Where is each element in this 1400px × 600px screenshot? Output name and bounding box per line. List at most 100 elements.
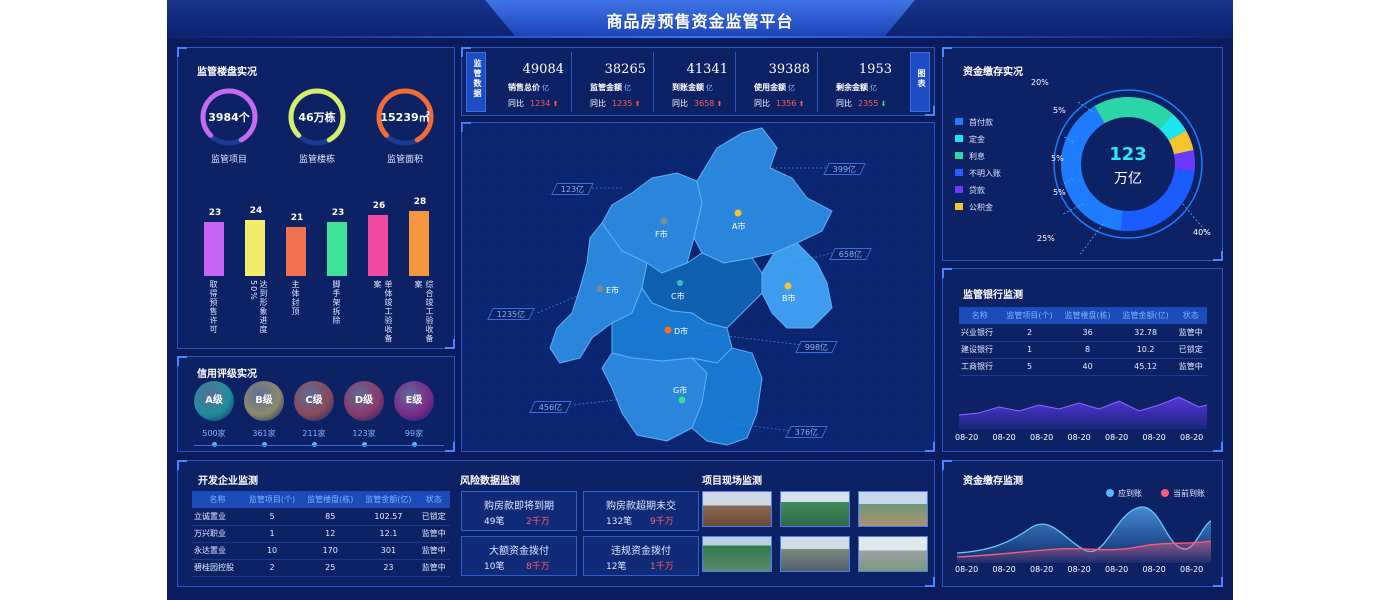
city-marker-c[interactable]	[677, 280, 683, 286]
legend-label: 不明入账	[969, 169, 1001, 178]
site-photo-5[interactable]	[780, 536, 850, 572]
map-panel: F市 A市 B市 E市 C市 D市 G市 123亿 399亿 658亿 1235…	[461, 122, 936, 453]
stat-yoy: 同比 1235 ⬆	[590, 98, 640, 109]
deposit-pct-40: 40%	[1193, 228, 1211, 237]
city-label-e: E市	[606, 286, 620, 295]
city-marker-a[interactable]	[734, 209, 742, 217]
developers-title: 开发企业监测	[198, 476, 258, 487]
map-tag-658: 658亿	[829, 248, 873, 260]
chart-view-label: 图表	[917, 69, 926, 89]
x-tick-label: 08-20	[1180, 565, 1204, 574]
bar[interactable]	[286, 227, 306, 276]
table-row[interactable]: 万兴职业 1 12 12.1 监管中	[192, 525, 450, 543]
city-label-a: A市	[732, 222, 746, 231]
credit-grade-badge[interactable]: A级	[194, 381, 234, 421]
monitor-side-label: 监管数据	[473, 59, 482, 99]
table-cell: 监管中	[1174, 358, 1207, 376]
risk-item-amount: 2千万	[526, 517, 550, 527]
x-tick-label: 08-20	[1030, 565, 1054, 574]
credit-grade-badge[interactable]: C级	[294, 381, 334, 421]
credit-grade-badge[interactable]: D级	[344, 381, 384, 421]
risk-item-overdue[interactable]: 购房款超期未交 132笔 9千万	[583, 491, 699, 531]
table-row[interactable]: 永达置业 10 170 301 监管中	[192, 542, 450, 560]
stat-card[interactable]: 49084 销售总价亿同比 1234 ⬆	[490, 52, 572, 112]
deposit-center-value: 123	[1109, 144, 1147, 165]
city-marker-e[interactable]	[596, 285, 604, 293]
site-photo-4[interactable]	[702, 536, 772, 572]
credit-grade-badge[interactable]: E级	[394, 381, 434, 421]
bar[interactable]	[204, 222, 224, 276]
risk-item-large-payment[interactable]: 大额资金拨付 10笔 8千万	[461, 536, 577, 576]
bar[interactable]	[327, 222, 347, 276]
arrow-up-icon: ⬆	[714, 100, 723, 108]
stat-card[interactable]: 38265 监管金额亿同比 1235 ⬆	[572, 52, 654, 112]
stat-label-text: 监管金额	[590, 83, 622, 92]
table-row[interactable]: 碧桂园控股 2 25 23 监管中	[192, 559, 450, 577]
bank-area-chart	[959, 396, 1207, 429]
stat-label: 销售总价亿	[508, 82, 549, 93]
gauge-buildings-label: 监管楼栋	[298, 155, 335, 165]
city-marker-g[interactable]	[678, 396, 686, 404]
site-photo-3[interactable]	[858, 491, 928, 527]
map-tag-376: 376亿	[785, 426, 829, 438]
deposit-pct-20: 20%	[1031, 78, 1049, 87]
table-cell: 12	[301, 525, 360, 543]
deposit-center-unit: 万亿	[1114, 171, 1142, 187]
table-cell: 工商银行	[959, 358, 1001, 376]
risk-item-due-soon[interactable]: 购房款即将到期 49笔 2千万	[461, 491, 577, 531]
stat-yoy-label: 同比	[508, 99, 524, 108]
table-header-cell: 监管项目(个)	[1000, 307, 1059, 324]
bank-title: 监管银行监测	[963, 290, 1023, 301]
gauge-area-value: 15239㎡	[380, 111, 430, 124]
table-row[interactable]: 建设银行 1 8 10.2 已锁定	[959, 341, 1207, 359]
city-marker-b[interactable]	[784, 282, 792, 290]
table-row[interactable]: 兴业银行 2 36 32.78 监管中	[959, 324, 1207, 342]
arrow-up-icon: ⬆	[632, 100, 641, 108]
bar[interactable]	[245, 220, 265, 276]
chart-view-button[interactable]: 图表	[910, 52, 930, 112]
table-header-cell: 监管金额(亿)	[1116, 307, 1175, 324]
credit-grade-count: 211家	[302, 429, 326, 438]
stat-card[interactable]: 39388 使用金额亿同比 1356 ⬆	[736, 52, 818, 112]
stat-unit: 亿	[542, 84, 549, 92]
legend-swatch	[955, 186, 963, 193]
table-cell: 碧桂园控股	[192, 559, 243, 577]
stat-card[interactable]: 1953 剩余金额亿同比 2355 ⬇	[818, 52, 900, 112]
legend-label: 公积金	[969, 203, 993, 212]
site-photo-6[interactable]	[858, 536, 928, 572]
city-marker-d[interactable]	[664, 326, 672, 334]
stat-number: 38265	[604, 62, 646, 77]
bar[interactable]	[409, 210, 429, 276]
table-header-cell: 名称	[192, 491, 243, 508]
site-photo-1[interactable]	[702, 491, 772, 527]
dashboard-screen: 商品房预售资金监管平台 监管楼盘实况 3984个 监管项目 46万栋 监管楼栋	[167, 0, 1233, 600]
bank-x-axis: 08-20 08-20 08-20 08-20 08-20 08-20 08-20	[955, 433, 1213, 445]
bar-value: 24	[249, 206, 263, 216]
gauge-area-label: 监管面积	[386, 155, 423, 165]
table-row[interactable]: 立诚置业 5 85 102.57 已锁定	[192, 508, 450, 526]
credit-grade-badge[interactable]: B级	[244, 381, 284, 421]
bar-value: 23	[208, 208, 222, 219]
bar[interactable]	[368, 215, 388, 276]
header-divider	[167, 36, 1233, 38]
arrow-up-icon: ⬆	[796, 100, 805, 108]
site-photo-2[interactable]	[780, 491, 850, 527]
stat-yoy: 同比 3658 ⬆	[672, 98, 722, 109]
arrow-up-icon: ⬆	[550, 100, 559, 108]
gauge-projects-value: 3984个	[208, 111, 250, 124]
stat-unit: 亿	[624, 84, 631, 92]
risk-item-count: 132笔	[606, 517, 633, 527]
table-header-cell: 监管楼盘(栋)	[301, 491, 360, 508]
stat-yoy-label: 同比	[754, 99, 770, 108]
stat-card[interactable]: 41341 到账金额亿同比 3658 ⬆	[654, 52, 736, 112]
bank-table: 名称 监管项目(个) 监管楼盘(栋) 监管金额(亿) 状态 兴业银行 2 36 32.78 监管中…	[959, 307, 1207, 376]
risk-item-illegal-payment[interactable]: 违规资金拨付 12笔 1千万	[583, 536, 699, 576]
table-cell: 23	[359, 559, 418, 577]
monitor-stats-panel: 监管数据 49084 销售总价亿同比 1234 ⬆ 38265 监管金额亿同比 1235 …	[461, 47, 935, 116]
city-marker-f[interactable]	[660, 217, 668, 225]
stat-yoy: 同比 1234 ⬆	[508, 98, 558, 109]
table-cell: 40	[1058, 358, 1117, 376]
x-tick-label: 08-20	[1105, 565, 1129, 574]
x-tick-label: 08-20	[1030, 433, 1054, 442]
table-row[interactable]: 工商银行 5 40 45.12 监管中	[959, 358, 1207, 376]
